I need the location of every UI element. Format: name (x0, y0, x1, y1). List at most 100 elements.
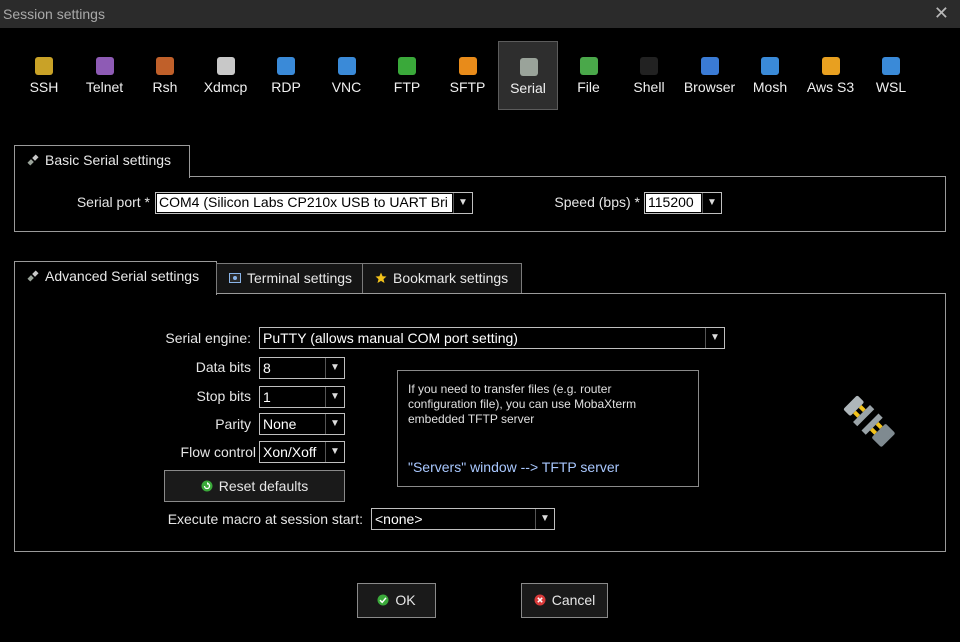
tab-bookmark-settings[interactable]: Bookmark settings (362, 263, 522, 294)
execute-macro-label: Execute macro at session start: (167, 511, 363, 527)
check-icon (377, 594, 389, 606)
serial-port-value: COM4 (Silicon Labs CP210x USB to UART Br… (157, 194, 452, 212)
data-bits-value: 8 (263, 360, 271, 376)
session-type-label: Rsh (152, 79, 178, 95)
session-type-ssh[interactable]: SSH (14, 38, 74, 110)
serial-engine-select[interactable]: PuTTY (allows manual COM port setting) ▼ (259, 327, 725, 349)
terminal-icon (640, 57, 658, 75)
globe-orange-icon (458, 57, 477, 75)
chevron-down-icon: ▼ (705, 328, 724, 348)
basic-settings-panel (14, 176, 946, 232)
session-type-ftp[interactable]: FTP (377, 38, 437, 110)
session-type-wsl[interactable]: WSL (861, 38, 921, 110)
link-icon (156, 57, 174, 75)
session-type-label: FTP (393, 79, 421, 95)
session-type-mosh[interactable]: Mosh (740, 38, 800, 110)
tab-advanced-label: Advanced Serial settings (45, 268, 200, 284)
reset-defaults-button[interactable]: Reset defaults (164, 470, 345, 502)
terminal-settings-icon (229, 273, 241, 283)
session-type-label: Browser (683, 79, 736, 95)
refresh-icon (201, 480, 213, 492)
session-type-xdmcp[interactable]: Xdmcp (196, 38, 256, 110)
cubes-icon (821, 57, 840, 75)
session-type-label: Shell (633, 79, 665, 95)
session-type-serial[interactable]: Serial (498, 41, 558, 110)
session-type-sftp[interactable]: SFTP (438, 38, 498, 110)
chevron-down-icon: ▼ (325, 387, 344, 407)
session-type-toolbar: SSH Telnet Rsh Xdmcp RDP VNC FTP SFTP Serial File… (0, 38, 960, 112)
parity-value: None (263, 416, 297, 432)
session-type-label: Mosh (752, 79, 788, 95)
cancel-button[interactable]: Cancel (521, 583, 608, 618)
session-type-rsh[interactable]: Rsh (135, 38, 195, 110)
serial-port-label: Serial port * (76, 194, 150, 210)
chevron-down-icon: ▼ (702, 193, 721, 213)
session-type-aws-s3[interactable]: Aws S3 (801, 38, 861, 110)
speed-select[interactable]: 115200 ▼ (644, 192, 722, 214)
tftp-info-text: If you need to transfer files (e.g. rout… (408, 382, 637, 426)
session-type-label: SSH (29, 79, 59, 95)
tftp-server-link[interactable]: "Servers" window --> TFTP server (408, 459, 619, 475)
tftp-info-box: If you need to transfer files (e.g. rout… (397, 370, 699, 487)
speed-label: Speed (bps) * (554, 194, 640, 210)
title-bar: Session settings ✕ (0, 0, 960, 28)
flow-control-label: Flow control (180, 444, 256, 460)
sphere-icon (95, 57, 114, 75)
serial-plug-illustration-icon (843, 395, 895, 447)
chevron-down-icon: ▼ (453, 193, 472, 213)
session-type-browser[interactable]: Browser (680, 38, 740, 110)
session-type-label: Telnet (85, 79, 124, 95)
session-type-label: Aws S3 (806, 79, 855, 95)
chevron-down-icon: ▼ (325, 358, 344, 378)
monitor-icon (277, 57, 295, 75)
tab-terminal-label: Terminal settings (247, 270, 353, 286)
ok-button[interactable]: OK (357, 583, 436, 618)
flow-control-select[interactable]: Xon/Xoff ▼ (259, 441, 345, 463)
ok-label: OK (395, 592, 416, 608)
browser-globe-icon (700, 57, 719, 75)
data-bits-label: Data bits (195, 359, 251, 375)
chevron-down-icon: ▼ (325, 442, 344, 462)
tab-terminal-settings[interactable]: Terminal settings (216, 263, 363, 294)
cancel-label: Cancel (551, 592, 596, 608)
chevron-down-icon: ▼ (535, 509, 554, 529)
chevron-down-icon: ▼ (325, 414, 344, 434)
tab-basic-label: Basic Serial settings (45, 152, 172, 168)
stop-bits-select[interactable]: 1 ▼ (259, 386, 345, 408)
serial-port-select[interactable]: COM4 (Silicon Labs CP210x USB to UART Br… (155, 192, 473, 214)
serial-engine-label: Serial engine: (165, 330, 251, 346)
tab-bookmark-label: Bookmark settings (393, 270, 509, 286)
data-bits-select[interactable]: 8 ▼ (259, 357, 345, 379)
satellite-icon (761, 57, 779, 75)
stop-bits-label: Stop bits (196, 388, 251, 404)
session-type-label: RDP (271, 79, 301, 95)
flow-control-value: Xon/Xoff (263, 444, 317, 460)
session-type-telnet[interactable]: Telnet (75, 38, 135, 110)
session-type-label: Xdmcp (203, 79, 248, 95)
speed-value: 115200 (646, 194, 701, 212)
vnc-icon (337, 57, 356, 75)
wrench-icon (35, 57, 53, 75)
parity-select[interactable]: None ▼ (259, 413, 345, 435)
file-monitor-icon (579, 57, 598, 75)
serial-engine-value: PuTTY (allows manual COM port setting) (263, 330, 518, 346)
cancel-icon (534, 594, 546, 606)
parity-label: Parity (215, 416, 251, 432)
tab-basic-serial-settings[interactable]: Basic Serial settings (14, 145, 190, 178)
execute-macro-value: <none> (375, 511, 423, 527)
close-icon[interactable]: ✕ (934, 3, 949, 24)
globe-icon (398, 57, 416, 75)
session-type-shell[interactable]: Shell (619, 38, 679, 110)
session-type-label: SFTP (449, 79, 486, 95)
session-type-vnc[interactable]: VNC (317, 38, 377, 110)
session-type-label: Serial (510, 80, 546, 96)
session-type-label: File (577, 79, 600, 95)
tab-advanced-serial-settings[interactable]: Advanced Serial settings (14, 261, 217, 295)
serial-plug-icon (27, 154, 39, 166)
session-type-file[interactable]: File (559, 38, 619, 110)
window-title: Session settings (3, 6, 105, 22)
session-type-rdp[interactable]: RDP (256, 38, 316, 110)
session-type-label: VNC (331, 79, 362, 95)
star-icon (375, 272, 387, 283)
execute-macro-select[interactable]: <none> ▼ (371, 508, 555, 530)
